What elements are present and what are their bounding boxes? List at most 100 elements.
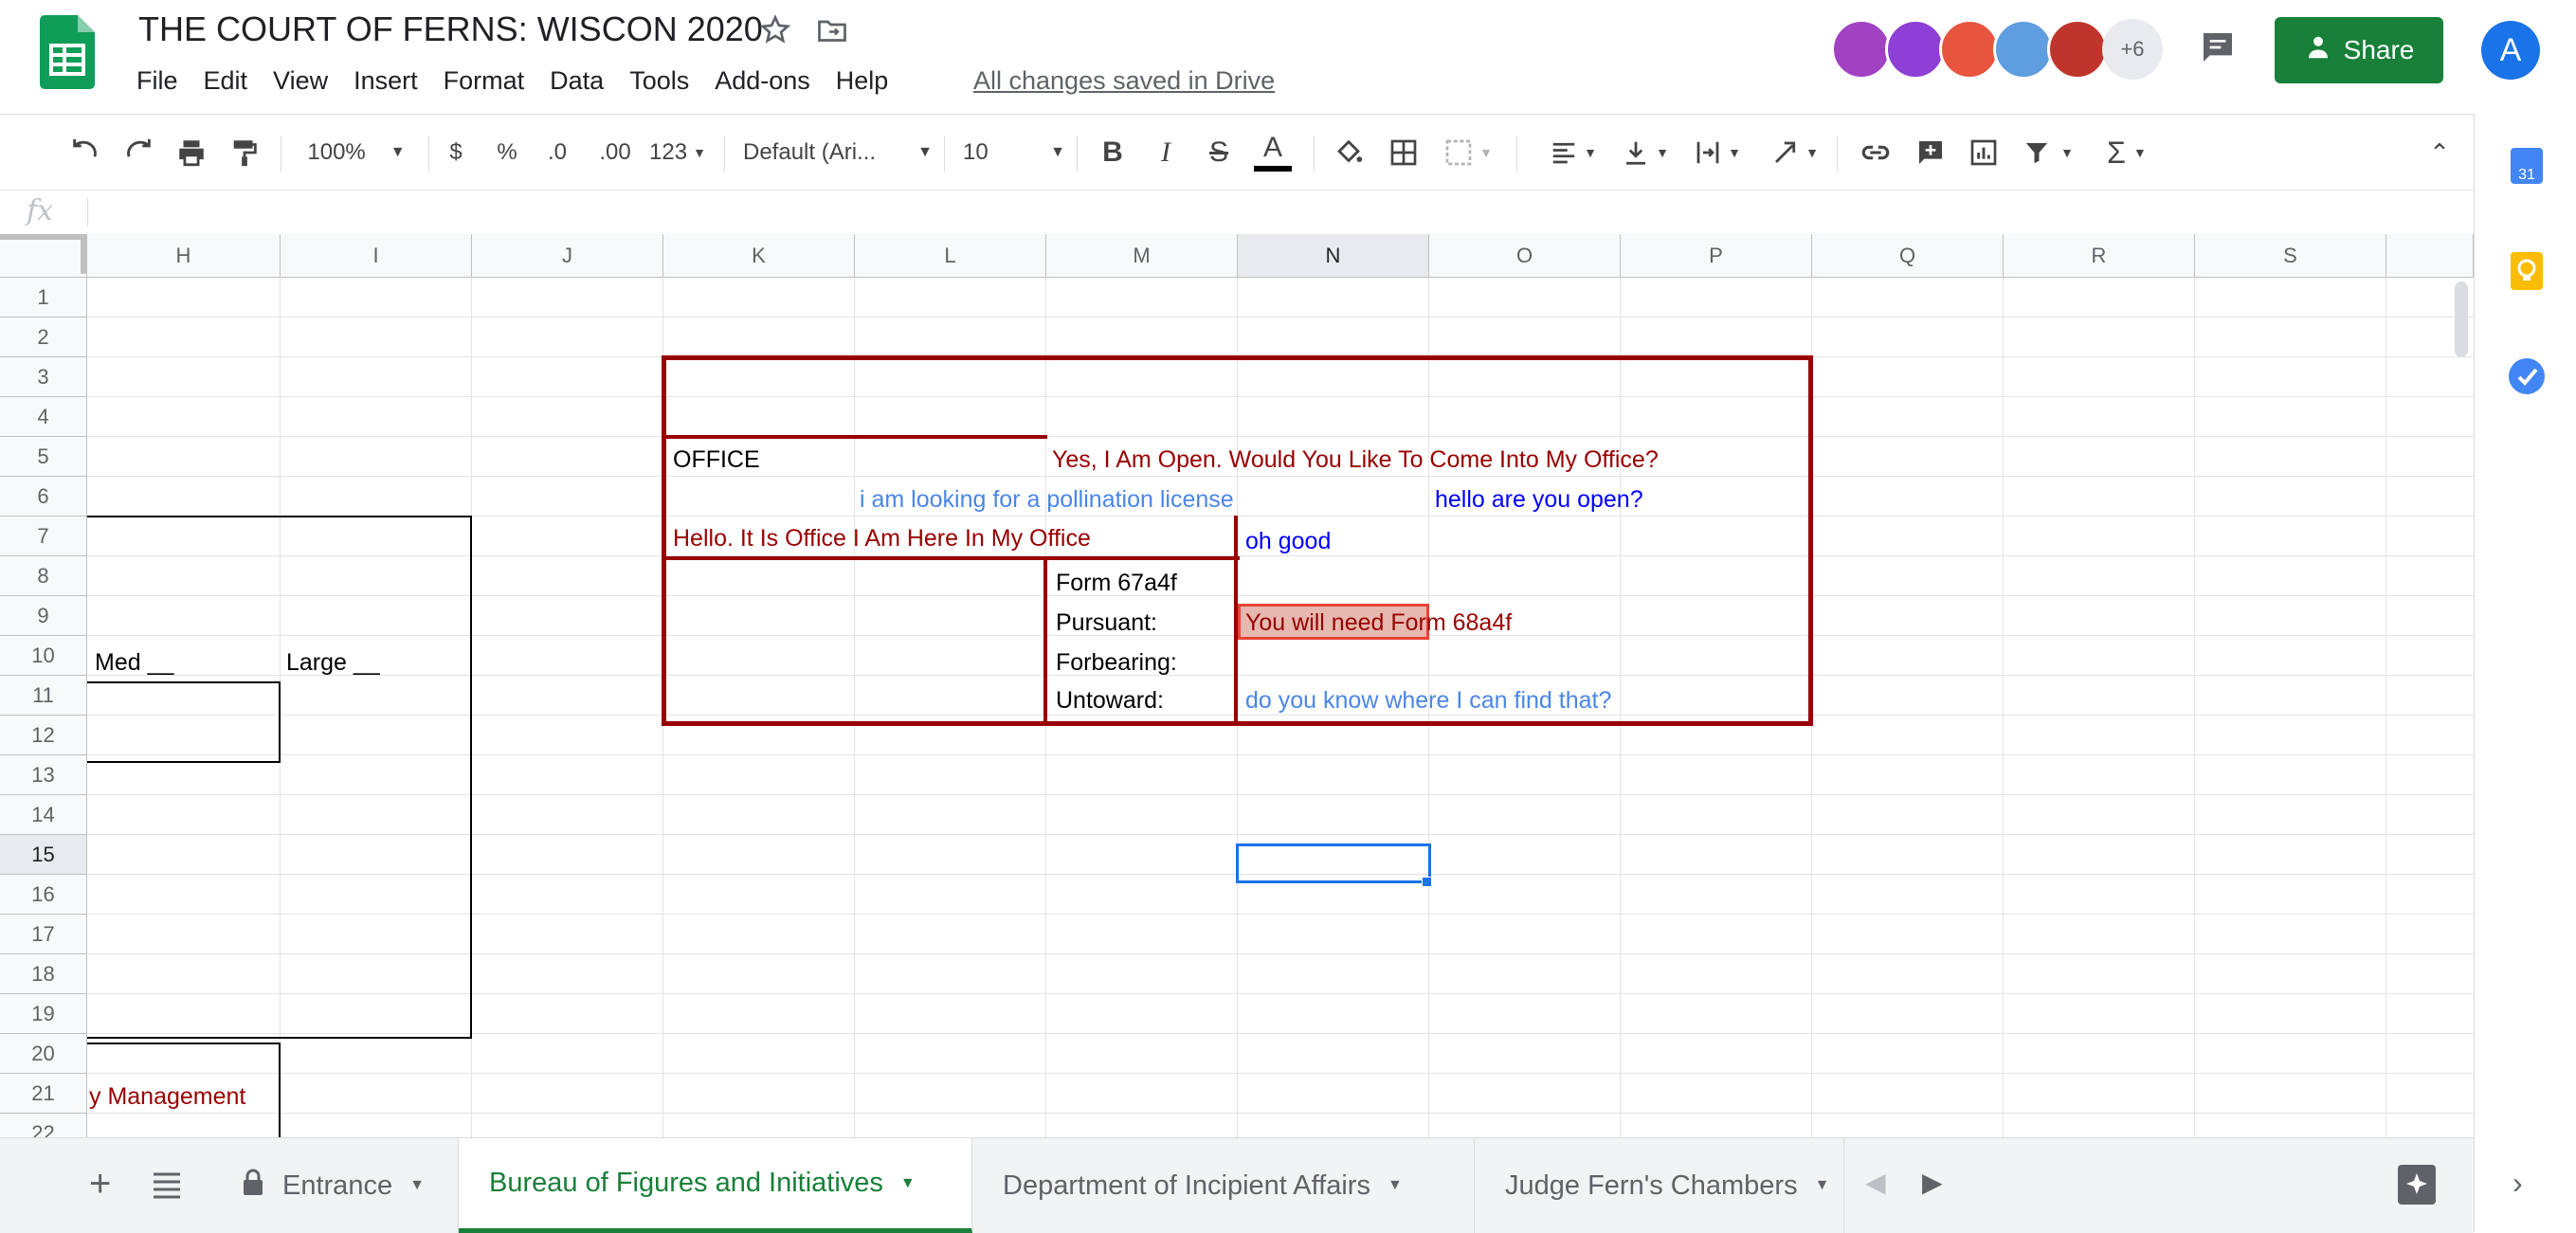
column-header-h[interactable]: H	[87, 234, 281, 278]
menu-help[interactable]: Help	[836, 66, 903, 96]
menu-view[interactable]: View	[273, 66, 342, 96]
account-avatar[interactable]: A	[2481, 21, 2540, 80]
sheet-tab-bureau[interactable]: Bureau of Figures and Initiatives ▼	[459, 1138, 972, 1233]
column-header-j[interactable]: J	[472, 234, 663, 278]
menu-insert[interactable]: Insert	[354, 66, 432, 96]
keep-icon[interactable]	[2511, 252, 2543, 290]
paint-format-icon[interactable]	[224, 115, 265, 190]
percent-format-button[interactable]: %	[493, 115, 521, 190]
row-header[interactable]: 21	[0, 1074, 87, 1114]
menu-file[interactable]: File	[136, 66, 192, 96]
star-icon[interactable]	[758, 13, 792, 52]
row-header[interactable]: 18	[0, 954, 87, 994]
row-header[interactable]: 7	[0, 517, 87, 556]
cell-h21[interactable]: y Management	[89, 1085, 245, 1109]
column-header-k[interactable]: K	[663, 234, 855, 278]
document-title[interactable]: THE COURT OF FERNS: WISCON 2020	[138, 9, 763, 49]
cell-i10[interactable]: Large __	[286, 651, 380, 675]
sheet-tab-judge-chambers[interactable]: Judge Fern's Chambers ▼	[1475, 1138, 1844, 1233]
calendar-icon[interactable]: 31	[2511, 148, 2543, 184]
collaborator-avatar[interactable]	[2047, 19, 2108, 80]
cell-m5[interactable]: Yes, I Am Open. Would You Like To Come I…	[1052, 448, 1659, 472]
cell-o6[interactable]: hello are you open?	[1435, 488, 1643, 512]
move-to-folder-icon[interactable]	[815, 13, 849, 52]
menu-addons[interactable]: Add-ons	[715, 66, 825, 96]
fill-color-icon[interactable]	[1327, 115, 1370, 190]
fill-handle[interactable]	[1422, 877, 1432, 887]
decrease-decimals-button[interactable]: .0	[538, 115, 576, 190]
collaborator-avatar[interactable]	[1885, 19, 1946, 80]
cell-n11[interactable]: do you know where I can find that?	[1245, 689, 1611, 713]
cell-h10[interactable]: Med __	[95, 651, 173, 675]
print-icon[interactable]	[171, 115, 212, 190]
column-header-next[interactable]	[2386, 234, 2474, 278]
active-cell-selection[interactable]	[1236, 843, 1431, 883]
row-header-selected[interactable]: 15	[0, 835, 87, 875]
row-header[interactable]: 8	[0, 556, 87, 596]
row-header[interactable]: 1	[0, 278, 87, 317]
text-rotation-icon[interactable]: ▼	[1767, 115, 1823, 190]
strikethrough-icon[interactable]: S	[1200, 115, 1238, 190]
row-header[interactable]: 5	[0, 437, 87, 477]
row-header[interactable]: 16	[0, 875, 87, 915]
insert-chart-icon[interactable]	[1962, 115, 2005, 190]
row-header[interactable]: 22	[0, 1114, 87, 1137]
filter-icon[interactable]: ▼	[2015, 115, 2081, 190]
save-status[interactable]: All changes saved in Drive	[973, 66, 1275, 96]
column-header-s[interactable]: S	[2195, 234, 2386, 278]
cell-l6[interactable]: i am looking for a pollination license	[860, 488, 1234, 512]
insert-link-icon[interactable]	[1854, 115, 1897, 190]
zoom-select[interactable]: 100% ▼	[299, 115, 413, 190]
cell-k7[interactable]: Hello. It Is Office I Am Here In My Offi…	[673, 527, 1091, 551]
scroll-tabs-left-icon[interactable]: ◀	[1865, 1167, 1886, 1198]
menu-tools[interactable]: Tools	[629, 66, 703, 96]
formula-input[interactable]	[104, 196, 2455, 228]
column-header-q[interactable]: Q	[1812, 234, 2004, 278]
share-button[interactable]: Share	[2275, 17, 2443, 83]
column-header-o[interactable]: O	[1429, 234, 1621, 278]
cell-k5[interactable]: OFFICE	[673, 448, 760, 472]
cell-n7[interactable]: oh good	[1245, 530, 1331, 553]
borders-icon[interactable]	[1382, 115, 1425, 190]
font-size-select[interactable]: 10 ▼	[963, 115, 1065, 190]
column-header-i[interactable]: I	[281, 234, 472, 278]
more-formats-select[interactable]: 123 ▼	[644, 115, 711, 190]
collapse-toolbar-icon[interactable]: ⌃	[2419, 115, 2460, 190]
column-header-p[interactable]: P	[1621, 234, 1812, 278]
collaborator-avatar[interactable]	[1993, 19, 2054, 80]
collaborator-avatar[interactable]	[1939, 19, 2000, 80]
sheets-logo-icon[interactable]	[40, 15, 95, 89]
row-header[interactable]: 2	[0, 317, 87, 357]
cell-m9[interactable]: Pursuant:	[1056, 611, 1157, 635]
row-header[interactable]: 10	[0, 636, 87, 676]
expand-side-panel-icon[interactable]: ›	[2513, 1166, 2523, 1201]
sheet-tab-incipient-affairs[interactable]: Department of Incipient Affairs ▼	[972, 1138, 1475, 1233]
insert-comment-icon[interactable]	[1909, 115, 1952, 190]
undo-icon[interactable]	[64, 115, 106, 190]
menu-data[interactable]: Data	[550, 66, 618, 96]
row-header[interactable]: 11	[0, 676, 87, 716]
column-header-n[interactable]: N	[1238, 234, 1429, 278]
merge-cells-icon[interactable]: ▼	[1437, 115, 1499, 190]
text-color-icon[interactable]: A	[1251, 115, 1295, 190]
vertical-scrollbar[interactable]	[2455, 281, 2468, 357]
explore-icon[interactable]	[2398, 1165, 2436, 1205]
row-header[interactable]: 3	[0, 357, 87, 397]
menu-format[interactable]: Format	[444, 66, 539, 96]
text-wrapping-icon[interactable]: ▼	[1689, 115, 1746, 190]
cell-n9[interactable]: You will need Form 68a4f	[1245, 611, 1512, 635]
row-header[interactable]: 12	[0, 716, 87, 755]
more-collaborators-badge[interactable]: +6	[2102, 19, 2163, 80]
row-header[interactable]: 6	[0, 477, 87, 517]
column-header-l[interactable]: L	[855, 234, 1046, 278]
bold-icon[interactable]: B	[1094, 115, 1132, 190]
row-header[interactable]: 19	[0, 994, 87, 1034]
row-header[interactable]: 9	[0, 596, 87, 636]
collaborator-avatar[interactable]	[1831, 19, 1892, 80]
font-family-select[interactable]: Default (Ari... ▼	[743, 115, 933, 190]
spreadsheet-grid[interactable]: H I J K L M N O P Q R S 1 2 3 4 5 6 7 8 …	[0, 234, 2474, 1137]
horizontal-align-icon[interactable]: ▼	[1545, 115, 1602, 190]
select-all-corner[interactable]	[0, 234, 87, 278]
column-header-r[interactable]: R	[2004, 234, 2195, 278]
vertical-align-icon[interactable]: ▼	[1617, 115, 1674, 190]
